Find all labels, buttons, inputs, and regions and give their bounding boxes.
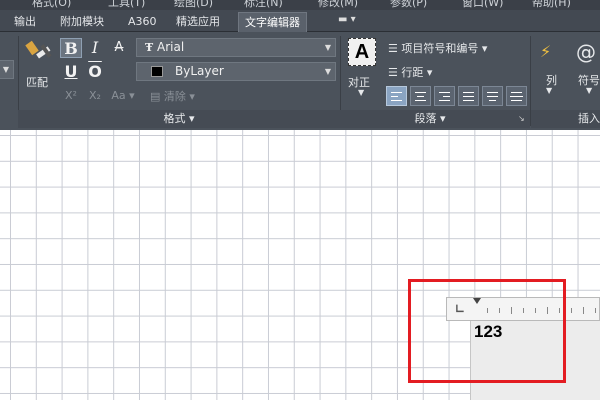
strikethrough-button[interactable]: A: [108, 38, 130, 58]
color-dropdown[interactable]: ByLayer ▼: [136, 62, 336, 81]
paintbrush-icon: [25, 40, 52, 59]
justify-button[interactable]: A 对正 ▼: [346, 38, 378, 97]
style-dropdown-partial[interactable]: ▼: [0, 60, 14, 79]
paragraph-panel-label: 段落: [414, 112, 437, 125]
align-center-button[interactable]: [410, 86, 431, 106]
subscript-button[interactable]: X₂: [84, 86, 106, 106]
menu-dimension[interactable]: 标注(N): [244, 0, 283, 10]
tab-featured-apps[interactable]: 精选应用: [170, 12, 226, 32]
format-panel-title[interactable]: 格式 ▾: [18, 110, 340, 128]
menu-help[interactable]: 帮助(H): [532, 0, 571, 10]
truetype-icon: Ŧ: [145, 41, 154, 54]
color-value: ByLayer: [175, 64, 224, 78]
menu-tools[interactable]: 工具(T): [108, 0, 145, 10]
menu-bar: 格式(O) 工具(T) 绘图(D) 标注(N) 修改(M) 参数(P) 窗口(W…: [0, 0, 600, 10]
bullets-label: 项目符号和编号: [401, 42, 479, 55]
color-swatch: [151, 66, 163, 77]
insert-panel-title[interactable]: 插入: [578, 110, 600, 128]
font-value: Arial: [157, 40, 185, 54]
tab-output[interactable]: 输出: [8, 12, 42, 32]
justify-icon: A: [348, 38, 376, 66]
chevron-down-icon: ▼: [586, 86, 593, 95]
underline-button[interactable]: U: [60, 62, 82, 82]
superscript-button[interactable]: X²: [60, 86, 82, 106]
tab-addins[interactable]: 附加模块: [54, 12, 110, 32]
menu-format[interactable]: 格式(O): [32, 0, 71, 10]
eraser-icon: ▤: [150, 90, 161, 103]
chevron-down-icon: ▼: [358, 88, 365, 97]
tab-text-editor[interactable]: 文字编辑器: [238, 12, 307, 32]
tab-overflow-icon[interactable]: ▬ ▾: [338, 14, 356, 25]
menu-parametric[interactable]: 参数(P): [390, 0, 427, 10]
columns-icon: ⚡: [540, 42, 552, 61]
line-spacing-label: 行距: [401, 66, 424, 79]
columns-button[interactable]: ⚡ 列 ▼: [540, 42, 564, 95]
overline-button[interactable]: O: [84, 62, 106, 82]
italic-button[interactable]: I: [84, 38, 106, 58]
line-spacing-icon: ☰: [388, 66, 398, 79]
format-panel-label: 格式: [163, 112, 186, 125]
change-case-label: Aa: [111, 89, 126, 102]
clear-label: 清除: [163, 90, 186, 103]
change-case-button[interactable]: Aa ▾: [108, 86, 138, 106]
line-spacing-button[interactable]: ☰ 行距 ▾: [388, 64, 432, 80]
bold-button[interactable]: B: [60, 38, 82, 58]
menu-draw[interactable]: 绘图(D): [174, 0, 213, 10]
chevron-down-icon: ▼: [546, 86, 553, 95]
symbol-button[interactable]: @ 符号 ▼: [576, 40, 600, 95]
annotation-highlight-box: [408, 279, 566, 383]
align-left-button[interactable]: [386, 86, 407, 106]
menu-window[interactable]: 窗口(W): [462, 0, 503, 10]
ribbon: ▼ 匹配 B I A U O X² X₂ Aa ▾ Ŧ Arial ▼ ByLa…: [0, 32, 600, 130]
list-icon: ☰: [388, 42, 398, 55]
chevron-down-icon: ▼: [324, 43, 331, 52]
align-right-button[interactable]: [434, 86, 455, 106]
font-dropdown[interactable]: Ŧ Arial ▼: [136, 38, 336, 57]
distribute-align-button[interactable]: [506, 86, 527, 106]
justify-align-button[interactable]: [458, 86, 479, 106]
clear-button[interactable]: ▤ 清除 ▾: [150, 88, 195, 104]
ribbon-tabs: 输出 附加模块 A360 精选应用 文字编辑器 ▬ ▾: [0, 10, 600, 32]
paragraph-panel-title[interactable]: 段落 ▾: [340, 110, 520, 128]
match-label: 匹配: [26, 76, 48, 89]
distribute-button[interactable]: [482, 86, 503, 106]
dialog-launcher-icon[interactable]: ↘: [518, 114, 525, 123]
tab-a360[interactable]: A360: [122, 12, 163, 32]
at-sign-icon: @: [576, 40, 596, 64]
bullets-numbering-button[interactable]: ☰ 项目符号和编号 ▾: [388, 40, 487, 56]
menu-modify[interactable]: 修改(M): [318, 0, 358, 10]
match-button[interactable]: 匹配: [24, 38, 58, 94]
chevron-down-icon: ▼: [324, 67, 331, 76]
